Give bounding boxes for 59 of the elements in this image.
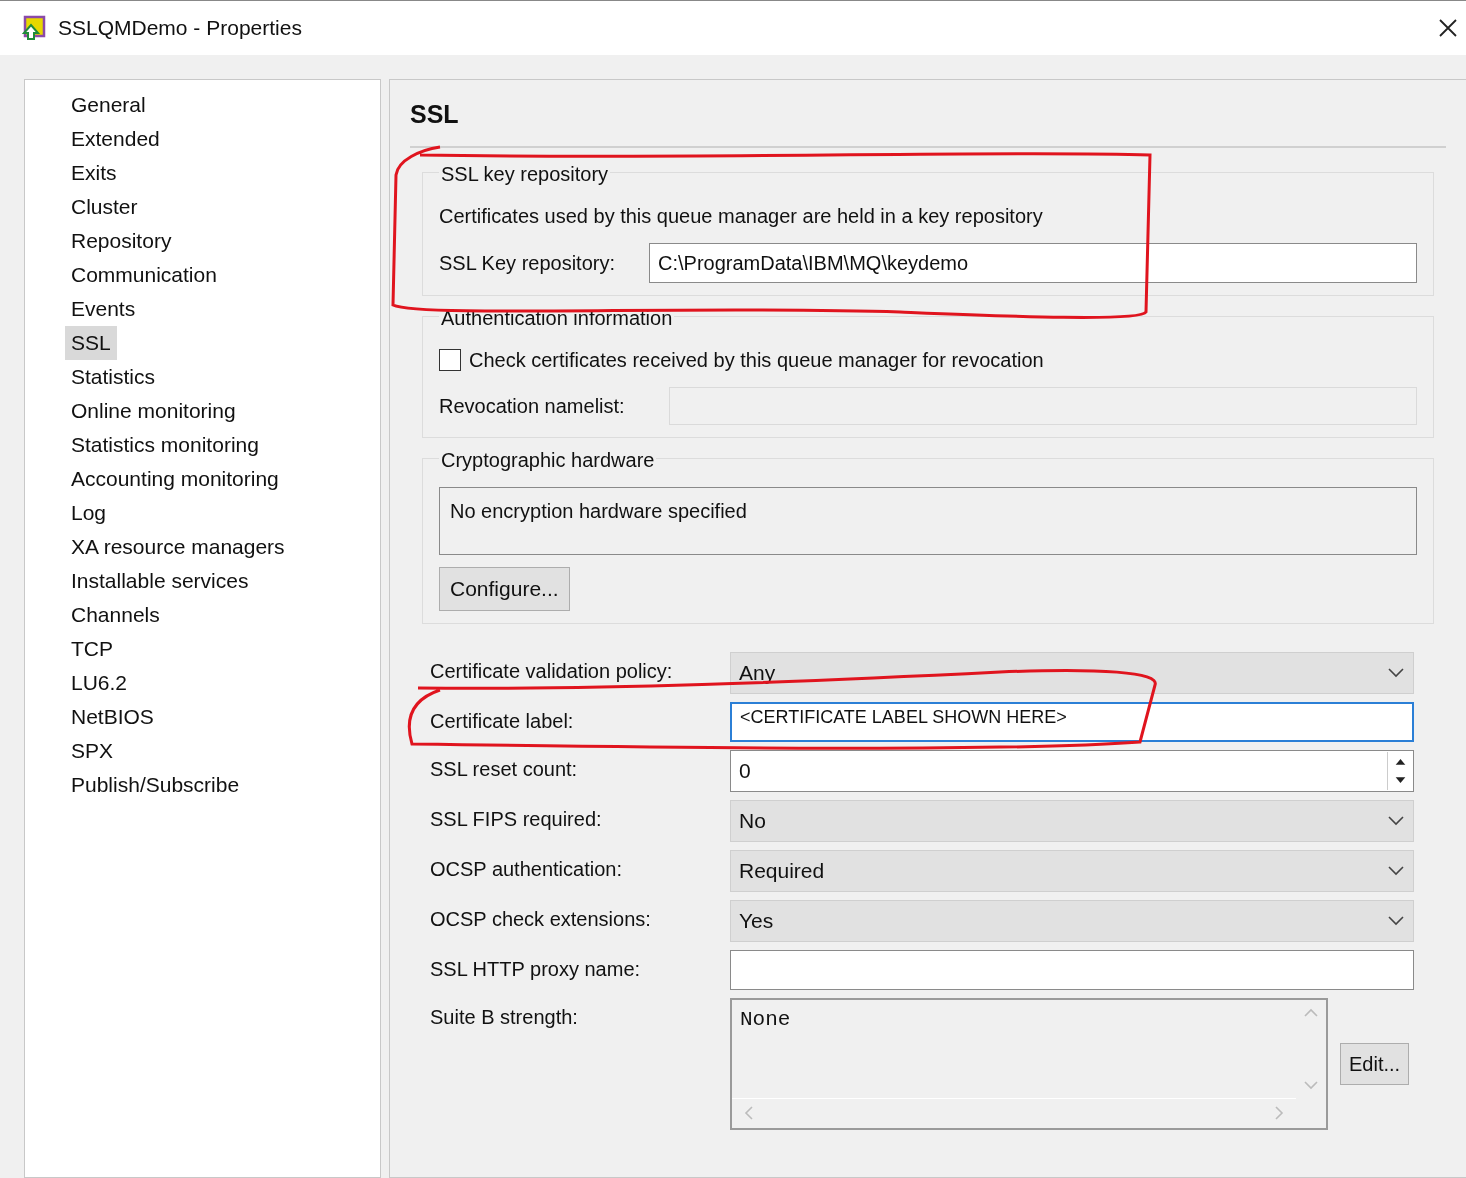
nav-item[interactable]: General: [65, 88, 152, 122]
text-area: No encryption hardware specified: [439, 486, 1417, 555]
nav-item[interactable]: Accounting monitoring: [65, 462, 285, 496]
nav-item[interactable]: Log: [65, 496, 113, 530]
app-icon: [20, 15, 46, 41]
nav-item[interactable]: Publish/Subscribe: [65, 768, 246, 802]
dropdown[interactable]: Any: [730, 651, 1414, 694]
field-label: OCSP check extensions:: [430, 906, 652, 932]
field-label: SSL HTTP proxy name:: [430, 956, 642, 982]
chevron-down-icon: [1387, 915, 1405, 926]
field-label: Certificate validation policy:: [430, 658, 674, 684]
dropdown[interactable]: No: [730, 799, 1414, 842]
page-heading: SSL: [410, 100, 459, 128]
list-box[interactable]: None: [730, 997, 1328, 1130]
description-text: Certificates used by this queue manager are held in a key repository: [439, 203, 1044, 229]
dropdown[interactable]: Yes: [730, 899, 1414, 942]
chevron-down-icon: [1387, 815, 1405, 826]
field-label: Certificate label:: [430, 708, 575, 734]
field-label: SSL FIPS required:: [430, 806, 603, 832]
nav-item[interactable]: SSL: [65, 326, 117, 360]
dropdown[interactable]: Required: [730, 849, 1414, 892]
nav-item[interactable]: Installable services: [65, 564, 255, 598]
scroll-up-icon[interactable]: [1304, 1007, 1318, 1017]
list-item: None: [739, 1006, 792, 1033]
field-label: SSL reset count:: [430, 756, 579, 782]
nav-item[interactable]: TCP: [65, 632, 119, 666]
close-icon[interactable]: [1438, 18, 1458, 38]
nav-item[interactable]: XA resource managers: [65, 530, 291, 564]
field-label: SSL Key repository:: [439, 250, 616, 276]
edit-button[interactable]: Edit...: [1340, 1042, 1410, 1085]
nav-item[interactable]: Online monitoring: [65, 394, 242, 428]
text-field[interactable]: <CERTIFICATE LABEL SHOWN HERE>: [730, 701, 1414, 742]
nav-item[interactable]: Events: [65, 292, 142, 326]
chevron-down-icon: [1387, 865, 1405, 876]
scroll-right-icon[interactable]: [1275, 1106, 1284, 1120]
nav-item[interactable]: NetBIOS: [65, 700, 160, 734]
nav-item[interactable]: LU6.2: [65, 666, 134, 700]
text-field[interactable]: [730, 949, 1414, 990]
window-title: SSLQMDemo - Properties: [58, 15, 302, 42]
chevron-down-icon: [1387, 667, 1405, 678]
text-field[interactable]: C:\ProgramData\IBM\MQ\keydemo: [649, 242, 1417, 283]
field-label: Revocation namelist:: [439, 393, 626, 419]
configure-button[interactable]: Configure...: [439, 566, 570, 611]
field-label: Suite B strength:: [430, 1004, 579, 1030]
nav-item[interactable]: Cluster: [65, 190, 144, 224]
checkbox-label: Check certificates received by this queue manager for revocation: [469, 347, 1044, 373]
nav-item[interactable]: Exits: [65, 156, 123, 190]
field-label: OCSP authentication:: [430, 856, 623, 882]
nav-item[interactable]: Statistics: [65, 360, 162, 394]
nav-item[interactable]: Channels: [65, 598, 166, 632]
nav-item[interactable]: Repository: [65, 224, 178, 258]
nav-item[interactable]: Statistics monitoring: [65, 428, 265, 462]
nav-item[interactable]: Communication: [65, 258, 223, 292]
scroll-left-icon[interactable]: [744, 1106, 753, 1120]
checkbox[interactable]: [439, 348, 461, 371]
nav-item[interactable]: Extended: [65, 122, 166, 156]
nav-item[interactable]: SPX: [65, 734, 120, 768]
number-field[interactable]: 0: [730, 749, 1414, 792]
scroll-down-icon[interactable]: [1304, 1080, 1318, 1090]
